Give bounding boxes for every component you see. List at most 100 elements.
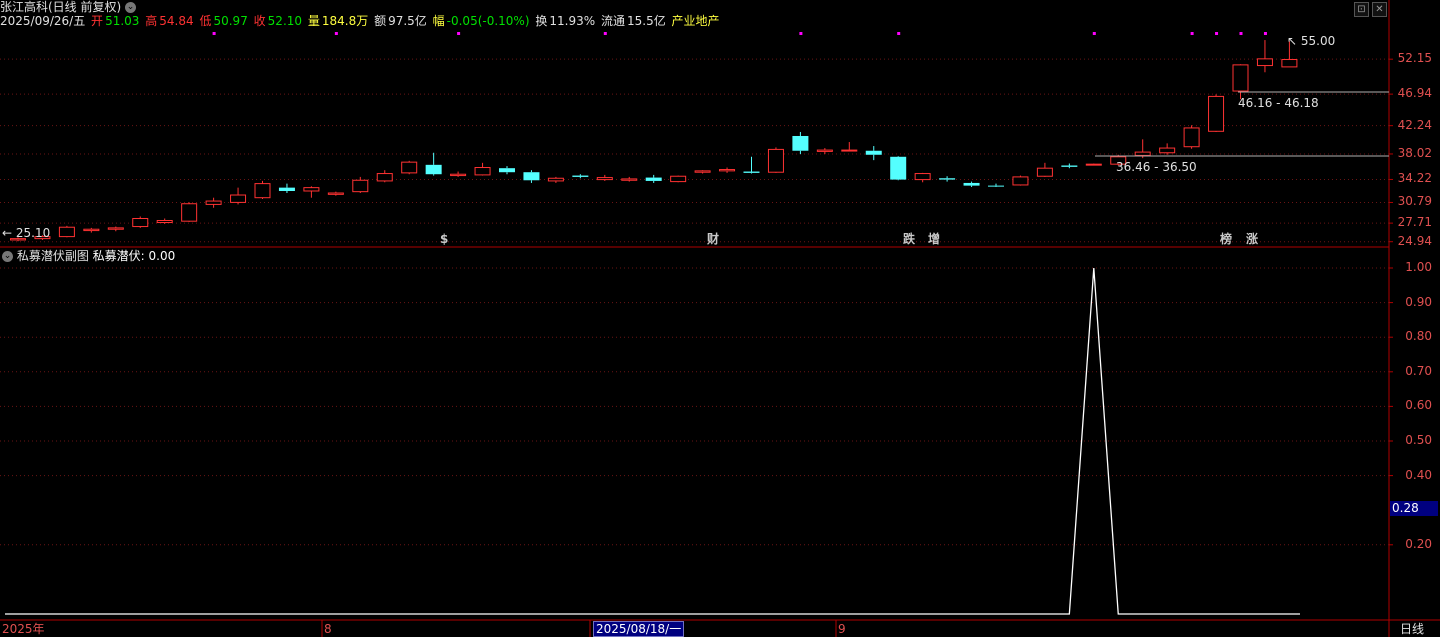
max-price-annotation: ↖ 55.00: [1287, 34, 1336, 48]
window-close-icon[interactable]: ✕: [1372, 2, 1387, 17]
candle-body-down: [1061, 165, 1078, 167]
event-marker-finance[interactable]: 财: [707, 232, 719, 246]
x-axis-label-year: 2025年: [2, 622, 45, 636]
price-tick-label: 27.71: [1397, 215, 1432, 230]
candle-body-up: [694, 170, 711, 173]
period-selector[interactable]: 日线: [1400, 622, 1424, 636]
cursor-date-label: 2025/08/18/一: [593, 621, 685, 637]
candle-body-up: [1036, 167, 1053, 177]
signal-dot: [799, 32, 803, 35]
candle-body-up: [352, 179, 369, 193]
candle-body-up: [1134, 151, 1151, 156]
candle-body-up: [474, 167, 491, 176]
price-tick-label: 24.94: [1397, 233, 1432, 248]
candle-body-up: [401, 161, 418, 174]
candle-body-up: [1256, 58, 1273, 67]
vol-value: 184.8万: [321, 14, 369, 28]
signal-dot: [603, 32, 607, 35]
event-marker-list[interactable]: 榜: [1220, 232, 1232, 246]
candle-body-up: [1085, 163, 1102, 166]
candle-body-up: [816, 149, 833, 152]
candle-body-up: [132, 217, 149, 228]
ohlc-info-bar: 2025/09/26/五 开 51.03 高 54.84 低 50.97 收 52.10…: [0, 13, 722, 29]
candle-body-up: [254, 183, 271, 199]
candle-body-up: [547, 177, 564, 182]
indicator-tick-label: 1.00: [1405, 260, 1432, 274]
x-axis-label-aug: 8: [324, 622, 332, 636]
stock-title[interactable]: 张江高科(日线 前复权): [0, 0, 121, 14]
candle-body-up: [376, 173, 393, 182]
indicator-name[interactable]: 私募潜伏副图: [17, 249, 89, 263]
candle-body-up: [156, 220, 173, 224]
indicator-tick-label: 0.60: [1405, 398, 1432, 413]
price-tick-label: 30.79: [1397, 194, 1432, 209]
candle-body-down: [939, 178, 956, 180]
sector-tag[interactable]: 产业地产: [672, 14, 720, 28]
candle-body-up: [719, 169, 736, 172]
close-label: 收: [253, 14, 266, 28]
candle-body-up: [107, 227, 124, 230]
float-label: 流通: [600, 14, 625, 28]
candle-body-up: [58, 226, 75, 238]
price-tick-label: 52.15: [1397, 51, 1432, 66]
candle-body-down: [278, 187, 295, 191]
chg-label: 幅: [432, 14, 445, 28]
kline-chart-canvas: [0, 0, 1440, 637]
indicator-tick-label: 0.20: [1405, 536, 1432, 551]
indicator-title-row: ⌄ 私募潜伏副图 私募潜伏: 0.00: [2, 248, 175, 264]
indicator-tick-label: 0.40: [1405, 467, 1432, 482]
candle-body-up: [83, 228, 100, 232]
x-axis-label-sep: 9: [838, 622, 846, 636]
candle-body-up: [670, 175, 687, 183]
indicator-tick-label: 0.90: [1405, 294, 1432, 309]
turnover-value: 11.93%: [549, 14, 596, 28]
event-marker-rise[interactable]: 涨: [1246, 232, 1258, 246]
candle-body-up: [303, 187, 320, 192]
candle-body-down: [499, 168, 515, 173]
candle-body-up: [1183, 127, 1200, 148]
open-label: 开: [91, 14, 104, 28]
amt-label: 额: [374, 14, 387, 28]
candle-body-down: [963, 182, 980, 186]
signal-dot: [1092, 32, 1096, 35]
high-value: 54.84: [159, 14, 194, 28]
indicator-value: 私募潜伏: 0.00: [92, 249, 176, 263]
event-marker-dollar[interactable]: $: [440, 232, 448, 246]
price-tick-label: 34.22: [1397, 171, 1432, 186]
candle-body-up: [596, 177, 613, 181]
candle-body-up: [327, 192, 344, 195]
candle-body-up: [181, 203, 198, 222]
indicator-tick-label: 0.50: [1405, 433, 1432, 447]
candle-body-down: [792, 135, 809, 151]
turnover-label: 换: [535, 14, 548, 28]
candle-body-up: [230, 194, 247, 203]
signal-dot: [897, 32, 901, 35]
candle-body-up: [914, 173, 931, 181]
candle-body-up: [1281, 59, 1298, 68]
signal-dot: [457, 32, 461, 35]
candle-body-up: [1012, 176, 1029, 186]
event-marker-increase[interactable]: 增: [928, 232, 940, 246]
window-restore-icon[interactable]: ⊡: [1354, 2, 1369, 17]
high-label: 高: [145, 14, 158, 28]
price-tick-label: 46.94: [1397, 86, 1432, 101]
close-value: 52.10: [267, 14, 303, 28]
signal-dot: [1263, 32, 1267, 35]
min-price-annotation: ← 25.10: [2, 226, 51, 240]
indicator-menu-chevron-icon[interactable]: ⌄: [2, 251, 13, 262]
price-range-label-2: 36.46 - 36.50: [1116, 160, 1197, 174]
candle-body-down: [425, 164, 442, 175]
float-value: 15.5亿: [626, 14, 666, 28]
candle-body-down: [988, 185, 1004, 187]
dropdown-chevron-icon[interactable]: ⌄: [125, 2, 137, 13]
candle-body-down: [572, 175, 589, 177]
chg-value: -0.05(-0.10%): [446, 14, 530, 28]
event-marker-drop[interactable]: 跌: [903, 232, 915, 246]
candle-body-up: [1159, 147, 1176, 154]
candle-body-down: [523, 172, 540, 181]
signal-dot: [1215, 32, 1219, 35]
candle-body-up: [205, 200, 222, 205]
candle-body-down: [645, 177, 662, 181]
bar-date: 2025/09/26/五: [0, 14, 86, 28]
indicator-current-value: 0.28: [1390, 501, 1438, 516]
